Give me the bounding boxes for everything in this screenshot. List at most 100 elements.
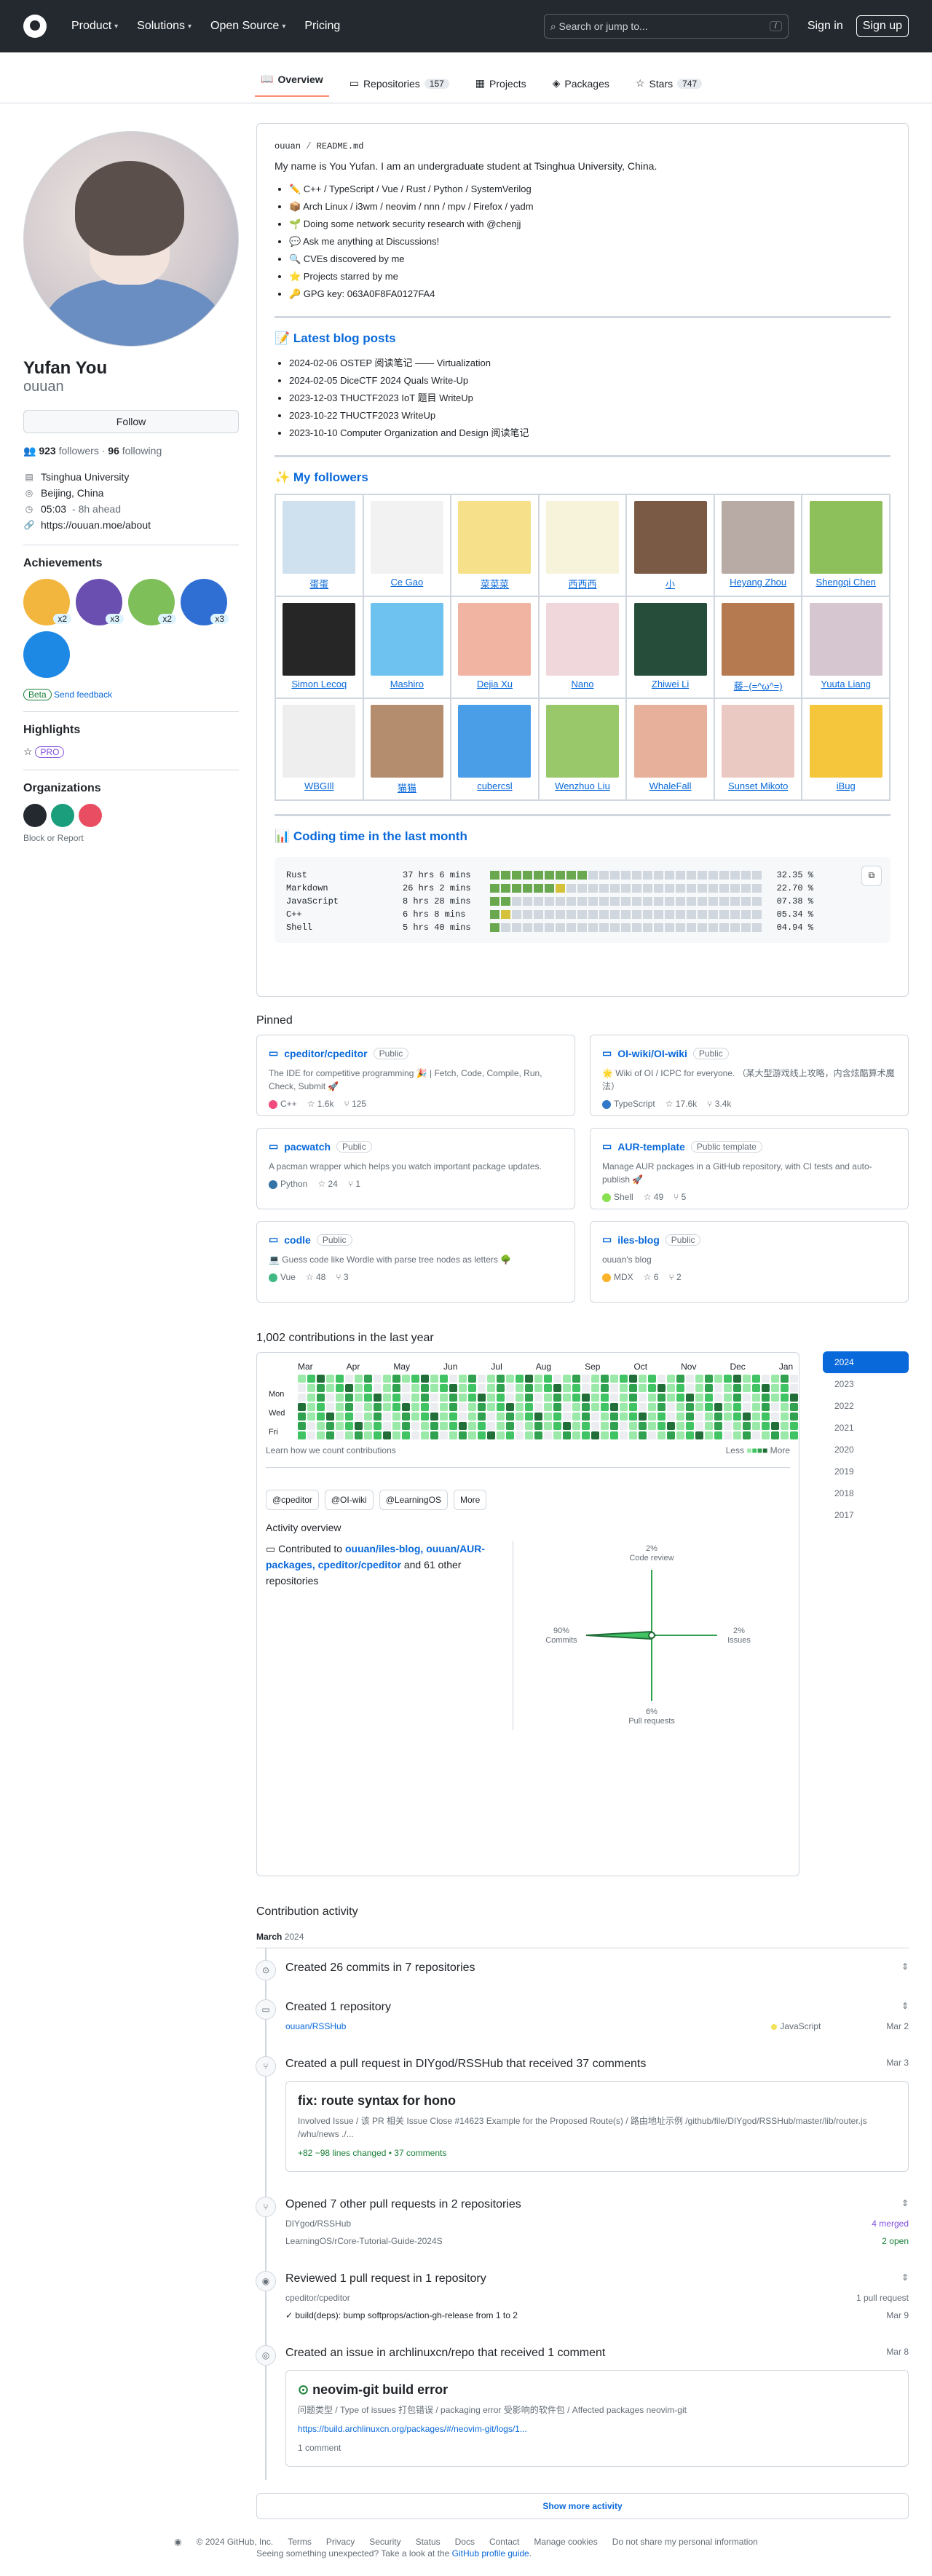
follower-avatar[interactable]	[809, 705, 882, 778]
follower-name[interactable]: Heyang Zhou	[715, 577, 802, 588]
follower-name[interactable]: cubercsl	[451, 781, 538, 791]
contribution-day[interactable]	[317, 1375, 325, 1383]
contribution-day[interactable]	[525, 1422, 533, 1430]
contribution-day[interactable]	[402, 1422, 410, 1430]
contribution-day[interactable]	[307, 1384, 315, 1392]
contribution-day[interactable]	[781, 1422, 789, 1430]
contribution-day[interactable]	[629, 1394, 637, 1402]
followers-count[interactable]: 923	[39, 445, 55, 457]
contribution-day[interactable]	[629, 1375, 637, 1383]
contribution-day[interactable]	[402, 1394, 410, 1402]
contribution-day[interactable]	[648, 1403, 656, 1411]
contribution-day[interactable]	[317, 1403, 325, 1411]
follower-avatar[interactable]	[545, 501, 619, 574]
contribution-day[interactable]	[601, 1384, 609, 1392]
org-filter-pill[interactable]: @cpeditor	[266, 1490, 319, 1510]
contribution-day[interactable]	[298, 1375, 306, 1383]
follower-name[interactable]: Wenzhuo Liu	[540, 781, 626, 791]
contribution-day[interactable]	[402, 1375, 410, 1383]
contribution-day[interactable]	[421, 1375, 429, 1383]
achievement-badge[interactable]: x2	[23, 579, 71, 625]
contribution-day[interactable]	[421, 1384, 429, 1392]
contribution-day[interactable]	[392, 1403, 400, 1411]
contribution-day[interactable]	[582, 1413, 590, 1421]
copy-icon[interactable]: ⧉	[861, 866, 882, 886]
contribution-day[interactable]	[525, 1394, 533, 1402]
org-filter-pill[interactable]: More	[453, 1490, 487, 1510]
contribution-day[interactable]	[639, 1431, 647, 1439]
contribution-day[interactable]	[298, 1403, 306, 1411]
follower-name[interactable]: 小	[627, 577, 714, 590]
contribution-day[interactable]	[563, 1394, 571, 1402]
contribution-day[interactable]	[534, 1384, 542, 1392]
contribution-day[interactable]	[705, 1413, 713, 1421]
contribution-day[interactable]	[733, 1431, 741, 1439]
contribution-day[interactable]	[610, 1384, 618, 1392]
contribution-day[interactable]	[421, 1422, 429, 1430]
forks-count[interactable]: ⑂ 1	[348, 1179, 360, 1189]
expand-icon[interactable]: ⇕	[901, 2272, 909, 2285]
contribution-day[interactable]	[591, 1413, 599, 1421]
follower-name[interactable]: 猫猫	[364, 781, 451, 794]
contribution-day[interactable]	[752, 1413, 760, 1421]
contribution-day[interactable]	[790, 1413, 798, 1421]
readme-file[interactable]: README.md	[317, 141, 364, 151]
contribution-day[interactable]	[790, 1394, 798, 1402]
contribution-day[interactable]	[534, 1431, 542, 1439]
contribution-day[interactable]	[667, 1413, 675, 1421]
contribution-day[interactable]	[497, 1375, 505, 1383]
contribution-day[interactable]	[317, 1384, 325, 1392]
contribution-day[interactable]	[733, 1394, 741, 1402]
contribution-day[interactable]	[534, 1413, 542, 1421]
contribution-day[interactable]	[648, 1384, 656, 1392]
follower-avatar[interactable]	[370, 501, 443, 574]
contribution-day[interactable]	[345, 1422, 353, 1430]
pinned-repo-name[interactable]: ▭ iles-blog Public	[602, 1233, 896, 1246]
contribution-day[interactable]	[771, 1403, 779, 1411]
contribution-day[interactable]	[733, 1403, 741, 1411]
forks-count[interactable]: ⑂ 3	[336, 1272, 348, 1282]
contribution-day[interactable]	[657, 1403, 666, 1411]
contribution-day[interactable]	[459, 1384, 467, 1392]
contribution-day[interactable]	[534, 1422, 542, 1430]
blog-post[interactable]: 2024-02-06 OSTEP 阅读笔记 —— Virtualization	[289, 355, 890, 372]
contribution-day[interactable]	[307, 1422, 315, 1430]
contribution-day[interactable]	[657, 1413, 666, 1421]
contribution-day[interactable]	[411, 1375, 419, 1383]
contribution-day[interactable]	[762, 1375, 770, 1383]
search-input[interactable]: ⌕ Search or jump to... /	[543, 14, 789, 39]
contribution-day[interactable]	[620, 1431, 628, 1439]
contribution-day[interactable]	[355, 1375, 363, 1383]
contribution-day[interactable]	[402, 1413, 410, 1421]
tab-repositories[interactable]: ▭ Repositories 157	[344, 70, 455, 97]
contribution-day[interactable]	[345, 1403, 353, 1411]
contribution-day[interactable]	[705, 1431, 713, 1439]
follower-name[interactable]: Dejia Xu	[451, 679, 538, 690]
year-link[interactable]: 2019	[823, 1461, 909, 1482]
blog-post[interactable]: 2023-10-22 THUCTF2023 WriteUp	[289, 407, 890, 424]
tab-overview[interactable]: 📖 Overview	[255, 70, 329, 97]
contribution-day[interactable]	[355, 1422, 363, 1430]
contribution-day[interactable]	[326, 1375, 334, 1383]
contribution-day[interactable]	[534, 1403, 542, 1411]
forks-count[interactable]: ⑂ 125	[344, 1099, 366, 1109]
follower-name[interactable]: Shengqi Chen	[802, 577, 889, 588]
follower-name[interactable]: 菜菜菜	[451, 577, 538, 590]
contribution-day[interactable]	[411, 1403, 419, 1411]
contribution-day[interactable]	[506, 1413, 514, 1421]
contribution-day[interactable]	[468, 1403, 476, 1411]
contribution-day[interactable]	[364, 1422, 372, 1430]
contribution-day[interactable]	[516, 1403, 524, 1411]
contribution-day[interactable]	[487, 1375, 495, 1383]
repo-link[interactable]: OI-wiki/OI-wiki	[617, 1048, 687, 1059]
year-link[interactable]: 2023	[823, 1373, 909, 1395]
contribution-day[interactable]	[657, 1384, 666, 1392]
achievement-badge[interactable]	[23, 631, 70, 678]
year-link[interactable]: 2017	[823, 1504, 909, 1526]
pr-repo-link[interactable]: LearningOS/rCore-Tutorial-Guide-2024S	[285, 2236, 443, 2246]
contribution-day[interactable]	[705, 1375, 713, 1383]
learn-link[interactable]: Learn how we count contributions	[266, 1445, 396, 1455]
contribution-day[interactable]	[459, 1375, 467, 1383]
footer-link[interactable]: Contact	[489, 2537, 519, 2547]
contribution-day[interactable]	[629, 1413, 637, 1421]
